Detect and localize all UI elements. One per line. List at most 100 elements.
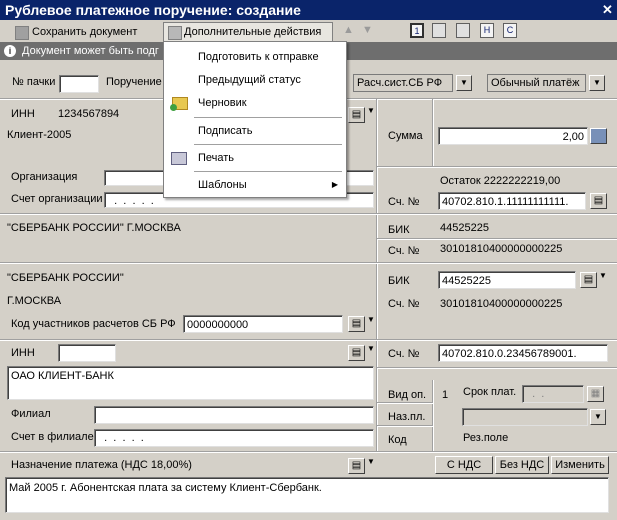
divider: [432, 99, 434, 167]
change-button[interactable]: Изменить: [551, 456, 609, 474]
extra-actions-label: Дополнительные действия: [184, 26, 322, 38]
divider: [377, 166, 617, 168]
divider: [0, 262, 617, 264]
actions-icon: [168, 26, 182, 40]
payee-inn-label: ИНН: [11, 347, 35, 359]
menu-item-templates[interactable]: Шаблоны ▶: [164, 174, 344, 196]
menu-item-label: Печать: [198, 152, 235, 164]
term-input[interactable]: . .: [522, 385, 584, 403]
arrow-up-icon[interactable]: ▲: [343, 24, 354, 36]
batch-input[interactable]: [59, 75, 99, 93]
payee-bank-name: "СБЕРБАНК РОССИИ": [7, 272, 124, 284]
info-text: Документ может быть подг: [22, 45, 159, 57]
with-vat-button[interactable]: С НДС: [435, 456, 493, 474]
extra-actions-button[interactable]: Дополнительные действия: [163, 22, 333, 42]
chevron-down-icon[interactable]: ▼: [367, 344, 375, 353]
chevron-down-icon[interactable]: ▼: [367, 315, 375, 324]
divider: [376, 99, 378, 451]
directory-book-icon[interactable]: ▤: [348, 316, 365, 332]
payee-bank-acc-label: Сч. №: [388, 298, 420, 310]
payment-type-select[interactable]: Обычный платёж: [487, 74, 586, 92]
reserved-select[interactable]: [462, 408, 588, 426]
save-button[interactable]: Сохранить документ: [14, 22, 148, 42]
menu-item-label: Подготовить к отправке: [198, 51, 319, 63]
payee-bank-bik-input[interactable]: 44525225: [438, 271, 576, 289]
floppy-disk-icon: [15, 26, 29, 40]
payer-bank-name: "СБЕРБАНК РОССИИ" Г.МОСКВА: [7, 222, 181, 234]
directory-book-icon[interactable]: ▤: [580, 272, 597, 288]
participant-code-label: Код участников расчетов СБ РФ: [11, 318, 176, 330]
save-button-label: Сохранить документ: [32, 26, 138, 38]
org-label: Организация: [11, 171, 78, 183]
branch-input[interactable]: [94, 406, 374, 424]
arrow-down-icon[interactable]: ▼: [362, 24, 373, 36]
document-view-icon[interactable]: 1: [410, 23, 424, 38]
directory-book-icon[interactable]: ▤: [590, 193, 607, 209]
op-type-value: 1: [442, 389, 449, 401]
menu-separator: [194, 117, 342, 118]
payee-name-input[interactable]: ОАО КЛИЕНТ-БАНК: [7, 366, 374, 400]
chevron-down-icon[interactable]: ▼: [367, 106, 375, 115]
reserved-field-label: Рез.поле: [463, 432, 509, 444]
menu-item-label: Шаблоны: [198, 179, 247, 191]
title-bar: Рублевое платежное поручение: создание ✕: [0, 0, 617, 20]
divider: [377, 425, 433, 427]
chevron-down-icon[interactable]: ▼: [456, 75, 472, 91]
payer-bank-acc-value: 30101810400000000225: [440, 243, 563, 255]
amount-input[interactable]: 2,00: [438, 127, 588, 145]
close-icon[interactable]: ✕: [600, 2, 615, 17]
chevron-down-icon[interactable]: ▼: [589, 75, 605, 91]
document-copy-icon[interactable]: [432, 23, 446, 38]
op-type-label: Вид оп.: [388, 389, 427, 401]
batch-label: № пачки: [12, 76, 56, 88]
document-c-icon[interactable]: C: [503, 23, 517, 38]
menu-item-print[interactable]: Печать: [164, 147, 344, 169]
participant-code-input[interactable]: 0000000000: [183, 315, 343, 333]
menu-item-draft[interactable]: Черновик: [164, 92, 344, 114]
balance-text: Остаток 2222222219,00: [440, 175, 561, 187]
divider: [377, 367, 617, 369]
org-account-label: Счет организации: [11, 193, 103, 205]
chevron-down-icon[interactable]: ▼: [599, 271, 607, 280]
branch-account-input[interactable]: . . . . .: [94, 429, 374, 447]
document-stack-icon[interactable]: [456, 23, 470, 38]
payer-inn-value: 1234567894: [58, 108, 120, 120]
payee-bank-bik-label: БИК: [388, 275, 410, 287]
printer-icon: [171, 152, 187, 165]
payee-bank-acc-value: 30101810400000000225: [440, 298, 563, 310]
branch-account-label: Счет в филиале: [11, 431, 94, 443]
menu-item-sign[interactable]: Подписать: [164, 120, 344, 142]
calc-system-select[interactable]: Расч.сист.СБ РФ: [353, 74, 453, 92]
calculator-icon[interactable]: [590, 128, 607, 144]
directory-book-icon[interactable]: ▤: [348, 458, 365, 474]
menu-item-prev-status[interactable]: Предыдущий статус: [164, 69, 344, 91]
payee-account-input[interactable]: 40702.810.0.23456789001.: [438, 344, 608, 362]
divider: [0, 213, 617, 215]
chevron-down-icon[interactable]: ▼: [590, 409, 606, 425]
divider: [377, 402, 433, 404]
directory-book-icon[interactable]: ▤: [348, 107, 365, 123]
chevron-down-icon[interactable]: ▼: [367, 457, 375, 466]
directory-book-icon[interactable]: ▤: [348, 345, 365, 361]
payment-purpose-input[interactable]: Май 2005 г. Абонентская плата за систему…: [5, 477, 609, 513]
order-label: Поручение: [106, 76, 162, 88]
payee-bank-city: Г.МОСКВА: [7, 295, 62, 307]
payer-account-label: Сч. №: [388, 196, 420, 208]
payment-type-value: Обычный платёж: [491, 77, 580, 89]
amount-label: Сумма: [388, 130, 423, 142]
payee-inn-input[interactable]: [58, 344, 116, 362]
payer-account-input[interactable]: 40702.810.1.11111111111.: [438, 192, 586, 210]
calendar-icon[interactable]: ▦: [587, 386, 604, 402]
green-dot-icon: [170, 104, 177, 111]
payer-bank-bik-value: 44525225: [440, 222, 489, 234]
menu-item-prepare[interactable]: Подготовить к отправке: [164, 46, 344, 68]
branch-label: Филиал: [11, 408, 51, 420]
toolbar: Сохранить документ Дополнительные действ…: [0, 20, 617, 43]
calc-system-value: Расч.сист.СБ РФ: [357, 77, 443, 89]
without-vat-button[interactable]: Без НДС: [495, 456, 549, 474]
document-h-icon[interactable]: H: [480, 23, 494, 38]
submenu-arrow-icon: ▶: [331, 180, 338, 189]
info-icon: i: [4, 45, 16, 57]
purpose-code-label: Наз.пл.: [388, 411, 426, 423]
payer-bank-acc-label: Сч. №: [388, 245, 420, 257]
